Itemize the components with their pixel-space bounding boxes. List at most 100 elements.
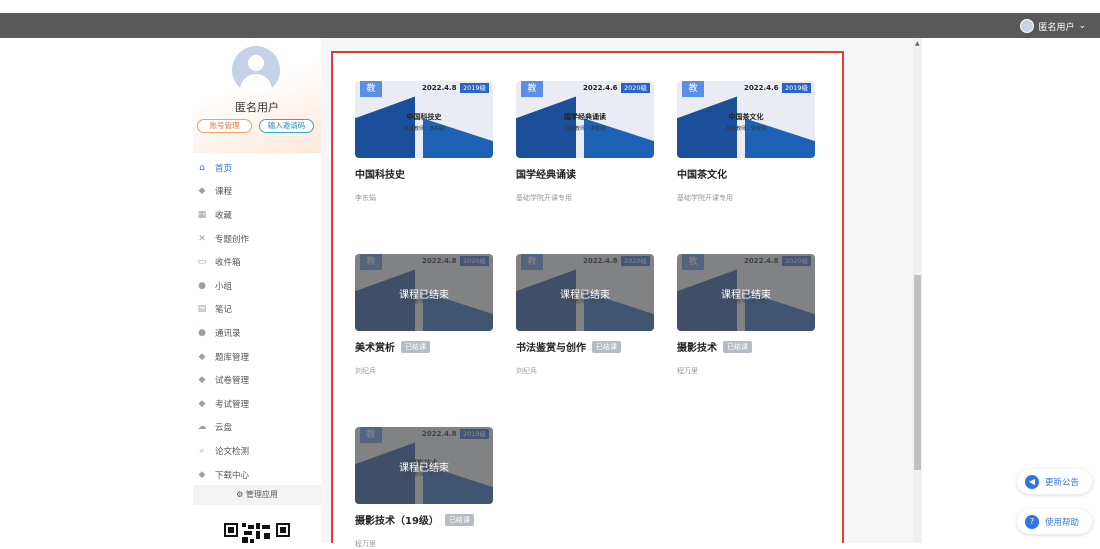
- home-icon: ⌂: [199, 162, 205, 173]
- bookmark-icon: ▦: [197, 209, 207, 220]
- sidebar-item-4[interactable]: ▭ 收件箱: [193, 250, 321, 274]
- qr-code-icon: [220, 521, 294, 543]
- sidebar-item-5[interactable]: ● 小组: [193, 274, 321, 298]
- cover-title: 中国茶文化: [728, 113, 764, 121]
- ended-label: 课程已结束: [399, 290, 449, 301]
- course-card[interactable]: 教 2022.4.8 2019级 中国科技史 任课教师：李东娟 中国科技史 李东娟: [355, 81, 493, 203]
- teaching-tag: 教: [360, 81, 382, 97]
- ended-label: 课程已结束: [560, 290, 610, 301]
- course-name[interactable]: 美术赏析: [355, 339, 395, 354]
- sidebar-item-0[interactable]: ⌂ 首页: [193, 156, 321, 180]
- sidebar-item-7[interactable]: ● 通讯录: [193, 321, 321, 345]
- ended-label: 课程已结束: [399, 463, 449, 474]
- sidebar-item-8[interactable]: ◆ 题库管理: [193, 345, 321, 369]
- scrollbar-thumb[interactable]: [914, 275, 921, 470]
- announcement-button[interactable]: ◀ 更新公告: [1017, 469, 1092, 494]
- course-card[interactable]: 教2022.4.82020级任课教师：刘纪兵课程已结束美术赏析已结课刘纪兵: [355, 254, 493, 376]
- user-menu[interactable]: 匿名用户 ⌄: [1020, 17, 1086, 35]
- course-cover[interactable]: 教2022.4.82020级任课教师：刘纪兵课程已结束: [516, 254, 654, 331]
- scrollbar[interactable]: ▲: [913, 38, 922, 543]
- user-menu-name: 匿名用户: [1038, 22, 1075, 33]
- course-card[interactable]: 教2022.4.82020级任课教师：程万里课程已结束摄影技术已结课程万里: [677, 254, 815, 376]
- course-date: 2022.4.6: [583, 84, 618, 92]
- profile-name: 匿名用户: [235, 101, 279, 114]
- course-name[interactable]: 中国科技史: [355, 166, 405, 181]
- sidebar-item-label: 下载中心: [215, 470, 250, 481]
- course-cover[interactable]: 教 2022.4.6 2019级 中国茶文化 任课教师：洪安帅: [677, 81, 815, 158]
- sidebar-item-label: 专题创作: [215, 234, 250, 245]
- course-cover[interactable]: 教2022.4.82020级任课教师：刘纪兵课程已结束: [355, 254, 493, 331]
- sidebar-item-11[interactable]: ☁ 云盘: [193, 416, 321, 440]
- sidebar-item-9[interactable]: ◆ 试卷管理: [193, 368, 321, 392]
- chevron-down-icon: ⌄: [1078, 21, 1086, 31]
- course-name-row: 中国科技史: [355, 166, 493, 181]
- sidebar-item-label: 小组: [215, 281, 233, 292]
- course-name[interactable]: 摄影技术（19级）: [355, 512, 439, 527]
- scroll-up-icon[interactable]: ▲: [915, 40, 920, 47]
- teaching-tag: 教: [682, 81, 704, 97]
- sidebar-item-label: 题库管理: [215, 352, 250, 363]
- paper-icon: ◆: [198, 375, 206, 386]
- user-avatar-icon: [1020, 19, 1035, 33]
- sidebar-item-label: 试卷管理: [215, 376, 250, 387]
- manage-apps-button[interactable]: ⚙ 管理应用: [193, 485, 321, 505]
- course-panel: 教 2022.4.8 2019级 中国科技史 任课教师：李东娟 中国科技史 李东娟教 2022…: [331, 51, 844, 548]
- course-name[interactable]: 书法鉴赏与创作: [516, 339, 586, 354]
- grade-badge: 2019级: [781, 83, 811, 93]
- sidebar-item-1[interactable]: ◆ 课程: [193, 180, 321, 204]
- course-ended-badge: 已结课: [592, 340, 621, 353]
- grade-badge: 2020级: [620, 83, 650, 93]
- course-cover[interactable]: 教2022.4.82020级任课教师：程万里课程已结束: [677, 254, 815, 331]
- course-name-row: 国学经典诵读: [516, 166, 654, 181]
- sidebar-item-2[interactable]: ▦ 收藏: [193, 203, 321, 227]
- course-date: 2022.4.8: [422, 84, 457, 92]
- sidebar-item-label: 首页: [215, 163, 233, 174]
- sidebar-item-10[interactable]: ◆ 考试管理: [193, 392, 321, 416]
- account-manage-button[interactable]: 账号管理: [197, 119, 252, 133]
- course-subtitle: 刘纪兵: [355, 367, 376, 375]
- sidebar-nav: ⌂ 首页 ◆ 课程 ▦ 收藏 ✕ 专题创作 ▭ 收件箱 ● 小组 ▤ 笔记 ● 通讯录 ◆ 题库管理 ◆ 试卷管理 ◆ 考…: [193, 156, 321, 486]
- ended-label: 课程已结束: [721, 290, 771, 301]
- help-button[interactable]: ? 使用帮助: [1017, 509, 1092, 534]
- course-card[interactable]: 教 2022.4.6 2019级 中国茶文化 任课教师：洪安帅 中国茶文化 基础学院开课专用: [677, 81, 815, 203]
- speaker-icon: ◀: [1025, 474, 1039, 489]
- top-bar: 匿名用户 ⌄: [0, 0, 1100, 38]
- course-card[interactable]: 教 2022.4.6 2020级 国学经典诵读 任课教师：洪安帅 国学经典诵读 基础学院开课…: [516, 81, 654, 203]
- course-subtitle: 基础学院开课专用: [516, 194, 572, 202]
- course-subtitle: 程万里: [677, 367, 698, 375]
- course-name-row: 摄影技术 已结课: [677, 339, 815, 354]
- course-name[interactable]: 中国茶文化: [677, 166, 727, 181]
- help-label: 使用帮助: [1045, 517, 1080, 528]
- note-icon: ▤: [197, 304, 207, 315]
- cover-teacher: 任课教师：李东娟: [403, 126, 444, 132]
- course-card[interactable]: 教2022.4.82019级摄影技术任课教师：程万里课程已结束摄影技术（19级）…: [355, 427, 493, 549]
- course-date: 2022.4.6: [744, 84, 779, 92]
- question-bank-icon: ◆: [198, 351, 206, 362]
- course-cover[interactable]: 教 2022.4.6 2020级 国学经典诵读 任课教师：洪安帅: [516, 81, 654, 158]
- course-cover[interactable]: 教2022.4.82019级摄影技术任课教师：程万里课程已结束: [355, 427, 493, 504]
- course-card[interactable]: 教2022.4.82020级任课教师：刘纪兵课程已结束书法鉴赏与创作已结课刘纪兵: [516, 254, 654, 376]
- cover-title: 国学经典诵读: [564, 113, 606, 121]
- course-subtitle: 刘纪兵: [516, 367, 537, 375]
- course-subtitle: 基础学院开课专用: [677, 194, 733, 202]
- sidebar-item-label: 云盘: [215, 423, 233, 434]
- sidebar-item-12[interactable]: ⌕ 论文检测: [193, 439, 321, 463]
- sidebar-item-13[interactable]: ◆ 下载中心: [193, 463, 321, 487]
- course-name[interactable]: 国学经典诵读: [516, 166, 576, 181]
- announcement-label: 更新公告: [1045, 477, 1080, 488]
- sidebar-item-3[interactable]: ✕ 专题创作: [193, 227, 321, 251]
- download-icon: ◆: [198, 469, 206, 480]
- invite-code-button[interactable]: 输入邀请码: [259, 119, 314, 133]
- course-name[interactable]: 摄影技术: [677, 339, 717, 354]
- course-cover[interactable]: 教 2022.4.8 2019级 中国科技史 任课教师：李东娟: [355, 81, 493, 158]
- avatar[interactable]: [232, 46, 280, 94]
- sidebar-item-label: 考试管理: [215, 399, 250, 410]
- sidebar-item-label: 课程: [215, 187, 233, 198]
- course-icon: ◆: [198, 186, 206, 197]
- course-name-row: 书法鉴赏与创作 已结课: [516, 339, 654, 354]
- sidebar-item-label: 收藏: [215, 210, 233, 221]
- course-ended-badge: 已结课: [444, 513, 474, 526]
- top-bar-strip: [0, 13, 1100, 38]
- teaching-tag: 教: [521, 81, 543, 97]
- sidebar-item-6[interactable]: ▤ 笔记: [193, 298, 321, 322]
